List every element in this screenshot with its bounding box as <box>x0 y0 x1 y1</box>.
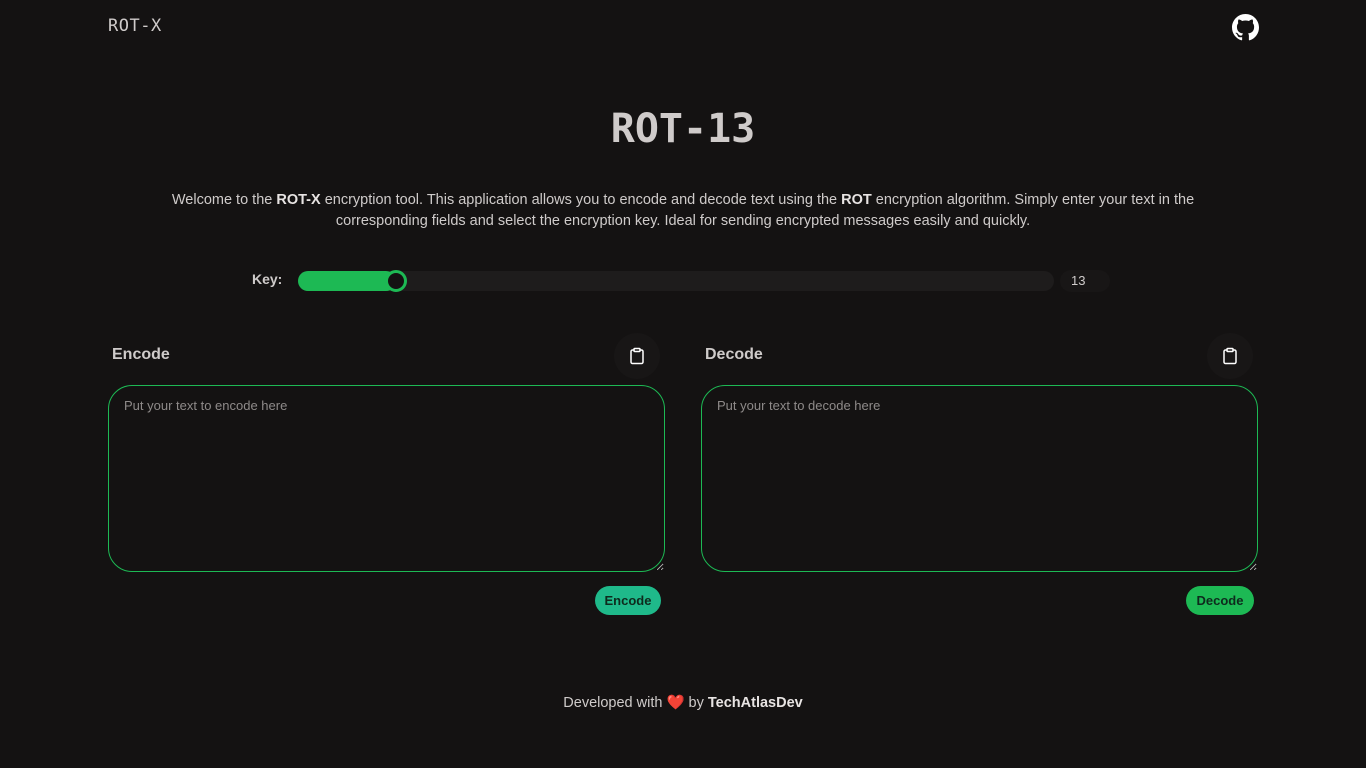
github-link[interactable] <box>1232 14 1259 41</box>
key-slider[interactable] <box>298 270 1054 292</box>
decode-copy-button[interactable] <box>1207 333 1253 379</box>
app-logo[interactable]: ROT-X <box>108 16 162 36</box>
encode-copy-button[interactable] <box>614 333 660 379</box>
key-slider-fill <box>298 271 396 291</box>
footer: Developed with ❤️ by TechAtlasDev <box>563 695 803 711</box>
encode-button[interactable]: Encode <box>595 586 661 615</box>
github-icon <box>1232 14 1259 41</box>
clipboard-icon <box>630 347 644 365</box>
key-value: 13 <box>1060 270 1110 292</box>
decode-input[interactable] <box>701 385 1258 572</box>
intro-text: Welcome to the ROT-X encryption tool. Th… <box>171 192 1195 229</box>
key-label: Key: <box>252 271 283 287</box>
encode-label: Encode <box>112 346 170 363</box>
decode-label: Decode <box>705 346 763 363</box>
author-link[interactable]: TechAtlasDev <box>708 695 803 711</box>
decode-button[interactable]: Decode <box>1186 586 1254 615</box>
key-slider-thumb[interactable] <box>385 270 407 292</box>
clipboard-icon <box>1223 347 1237 365</box>
intro-bold-rot: ROT <box>841 192 872 208</box>
heart-icon: ❤️ <box>666 695 685 711</box>
page-title: ROT-13 <box>610 106 756 152</box>
encode-input[interactable] <box>108 385 665 572</box>
intro-bold-rotx: ROT-X <box>276 192 321 208</box>
